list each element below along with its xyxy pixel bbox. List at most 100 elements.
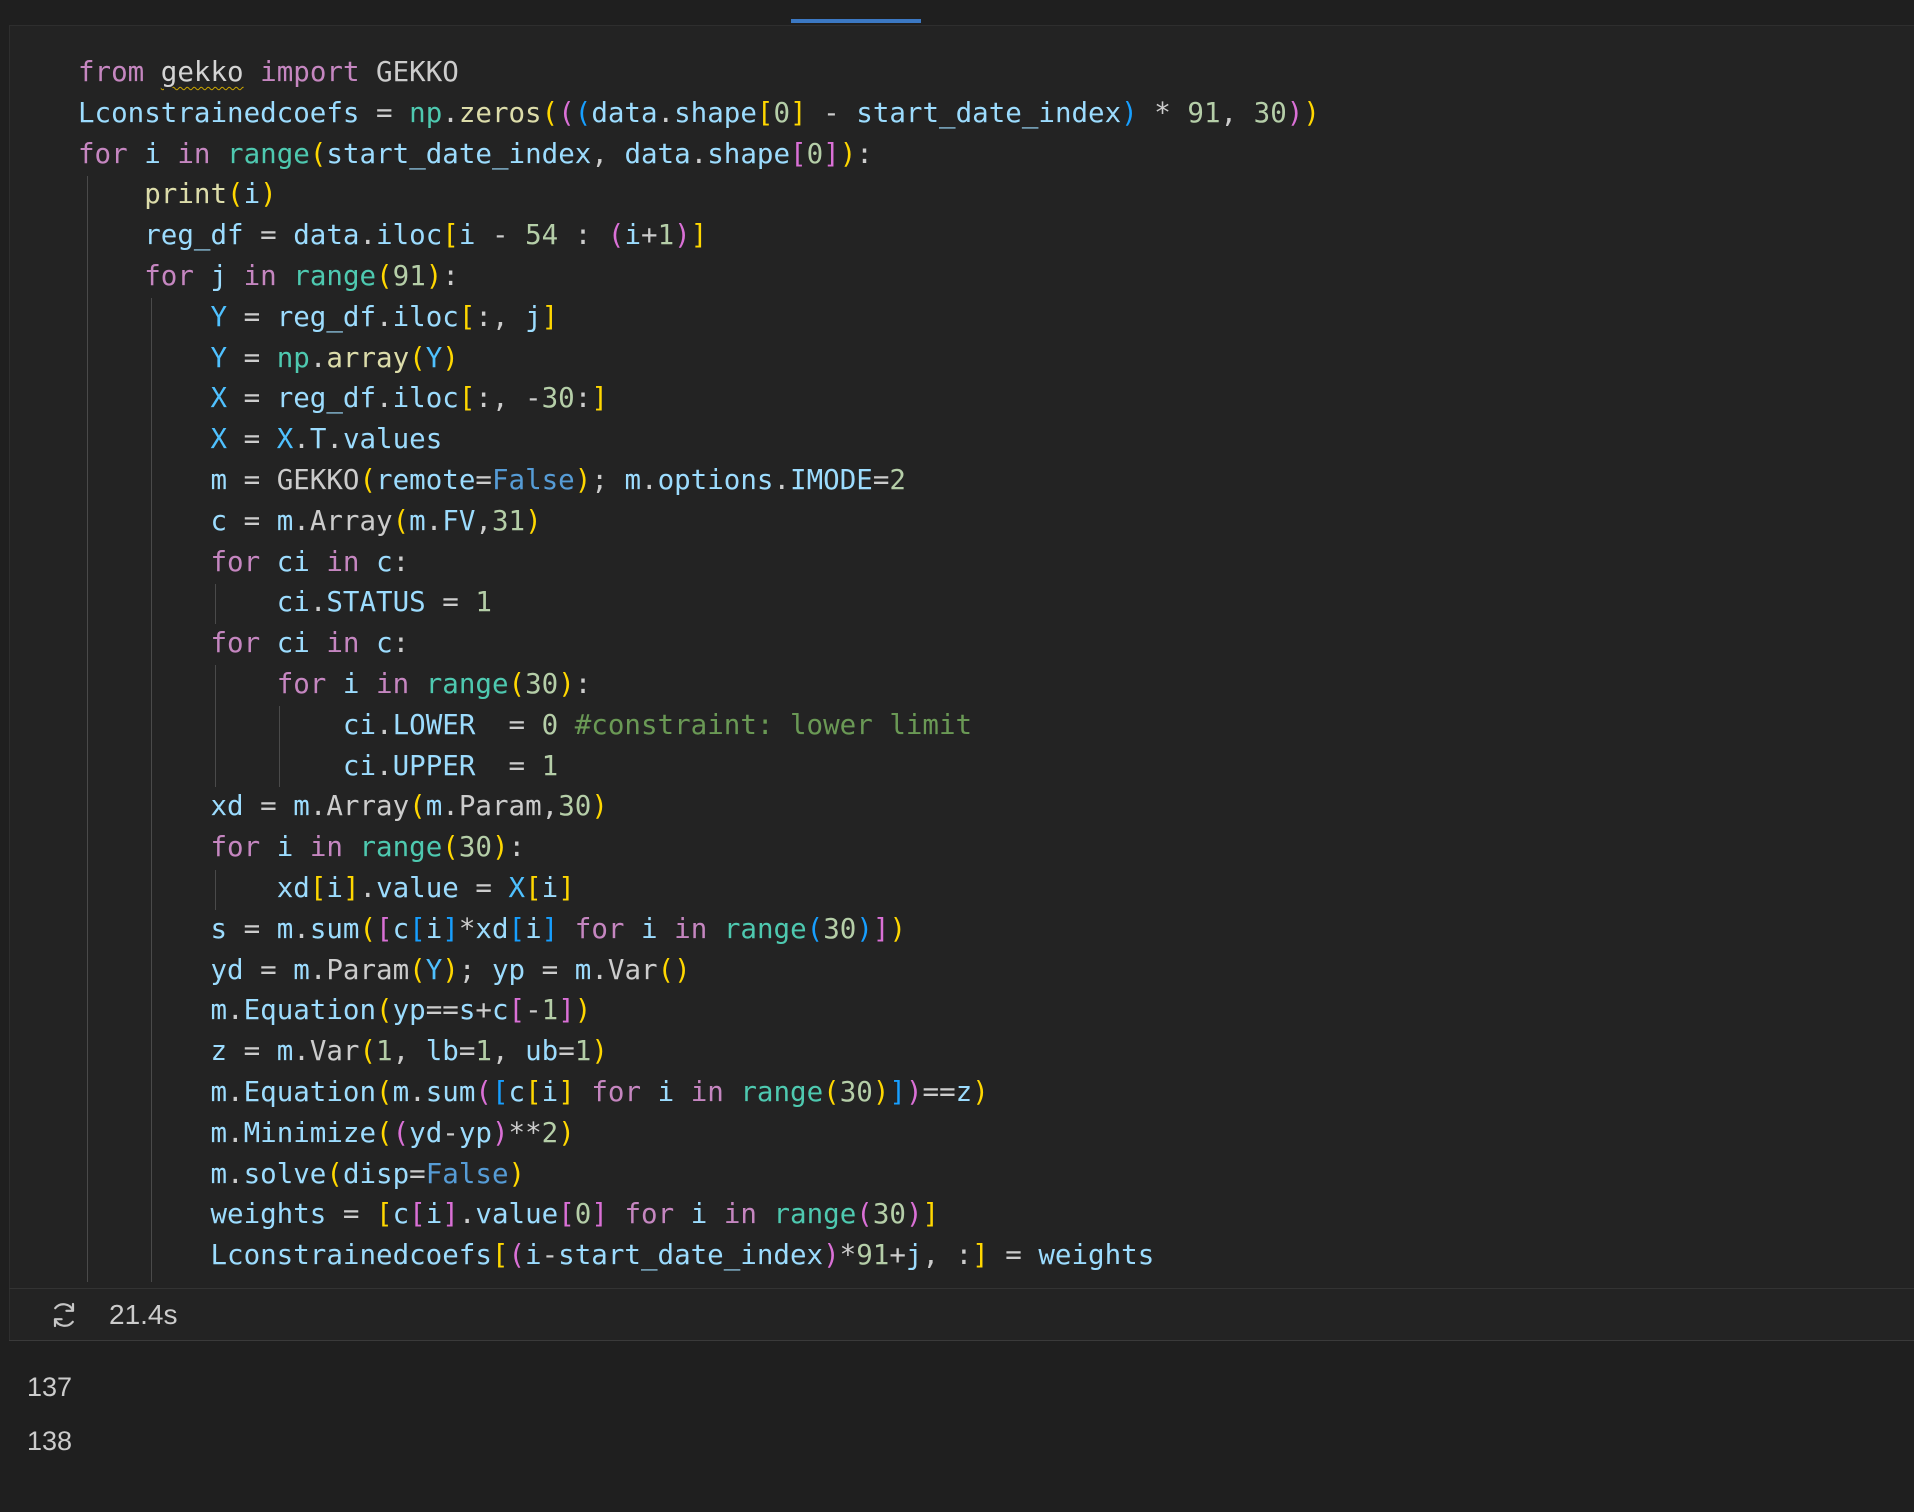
code-line[interactable]: for ci in c: (78, 542, 1320, 583)
code-token: = (227, 463, 277, 496)
code-token: m (293, 953, 310, 986)
code-token: value (475, 1198, 559, 1231)
code-token: ) (260, 178, 277, 211)
code-token: ( (574, 96, 592, 129)
code-line[interactable]: Y = reg_df.iloc[:, j] (78, 297, 1320, 338)
code-line[interactable]: xd = m.Array(m.Param,30) (78, 786, 1320, 827)
code-token: i (624, 219, 641, 252)
code-line[interactable]: from gekko import GEKKO (78, 52, 1320, 93)
code-token: i (276, 831, 294, 864)
code-token: X (210, 382, 228, 415)
code-line[interactable]: yd = m.Param(Y); yp = m.Var() (78, 950, 1320, 991)
code-token: ( (376, 1116, 393, 1149)
code-line[interactable]: weights = [c[i].value[0] for i in range(… (78, 1194, 1320, 1235)
code-line[interactable]: ci.UPPER = 1 (78, 746, 1320, 787)
code-token: m (276, 1035, 294, 1068)
code-line[interactable]: m.solve(disp=False) (78, 1154, 1320, 1195)
code-line[interactable]: reg_df = data.iloc[i - 54 : (i+1)] (78, 215, 1320, 256)
code-line[interactable]: Lconstrainedcoefs[(i-start_date_index)*9… (78, 1235, 1320, 1276)
code-line[interactable]: for ci in c: (78, 623, 1320, 664)
code-token: : (574, 667, 592, 700)
code-line[interactable]: ci.LOWER = 0 #constraint: lower limit (78, 705, 1320, 746)
code-token: data (624, 137, 691, 170)
code-token: c (508, 1075, 526, 1108)
code-line[interactable]: xd[i].value = X[i] (78, 868, 1320, 909)
code-token: ) (905, 1075, 923, 1108)
code-token: sum (425, 1075, 476, 1108)
code-token: ( (326, 1157, 343, 1190)
code-line[interactable]: m.Equation(m.sum([c[i] for i in range(30… (78, 1072, 1320, 1113)
code-token: 1 (475, 1035, 492, 1068)
code-token: in (723, 1198, 757, 1231)
code-token: ] (972, 1239, 989, 1272)
code-line[interactable]: s = m.sum([c[i]*xd[i] for i in range(30)… (78, 909, 1320, 950)
code-token: i (425, 1198, 443, 1231)
code-token: i (458, 219, 476, 252)
code-token: = (409, 1157, 426, 1190)
code-line[interactable]: m.Equation(yp==s+c[-1]) (78, 990, 1320, 1031)
code-token: yd (409, 1116, 443, 1149)
code-token: ; (591, 463, 625, 496)
code-line[interactable]: m = GEKKO(remote=False); m.options.IMODE… (78, 460, 1320, 501)
code-line[interactable]: X = reg_df.iloc[:, -30:] (78, 378, 1320, 419)
code-token: , : (922, 1239, 973, 1272)
code-token: ( (607, 219, 625, 252)
code-line[interactable]: ci.STATUS = 1 (78, 582, 1320, 623)
refresh-icon[interactable] (48, 1299, 80, 1331)
code-line[interactable]: c = m.Array(m.FV,31) (78, 501, 1320, 542)
code-line[interactable]: z = m.Var(1, lb=1, ub=1) (78, 1031, 1320, 1072)
code-token: ] (823, 137, 840, 170)
code-line[interactable]: m.Minimize((yd-yp)**2) (78, 1113, 1320, 1154)
code-line[interactable]: Lconstrainedcoefs = np.zeros(((data.shap… (78, 93, 1320, 134)
code-token: - (541, 1239, 559, 1272)
code-token: = (475, 708, 542, 741)
code-token: ) (425, 259, 443, 292)
code-token: ( (359, 1035, 377, 1068)
code-editor[interactable]: from gekko import GEKKO Lconstrainedcoefs… (78, 52, 1320, 1276)
code-token: m (210, 1075, 228, 1108)
code-token: Array (309, 504, 393, 537)
code-token: m (210, 1157, 228, 1190)
code-token: iloc (376, 219, 443, 252)
code-line[interactable]: for j in range(91): (78, 256, 1320, 297)
code-token: i (326, 871, 343, 904)
code-token: = (558, 1035, 575, 1068)
code-token: in (674, 912, 708, 945)
code-token: ( (508, 1239, 526, 1272)
code-line[interactable]: Y = np.array(Y) (78, 338, 1320, 379)
code-token: : (392, 545, 410, 578)
code-token: == (425, 994, 459, 1027)
code-token: 30 (839, 1075, 873, 1108)
code-token: 91 (1187, 96, 1221, 129)
code-line[interactable]: for i in range(start_date_index, data.sh… (78, 134, 1320, 175)
code-token: Equation (243, 994, 377, 1027)
code-token: : (442, 259, 459, 292)
code-token: 30 (558, 790, 592, 823)
code-token: ) (558, 1116, 575, 1149)
code-token: ( (657, 953, 675, 986)
code-line[interactable]: for i in range(30): (78, 664, 1320, 705)
code-token: : (574, 382, 592, 415)
code-token: in (376, 667, 410, 700)
code-token: ( (541, 96, 559, 129)
code-token: lb (425, 1035, 459, 1068)
code-line[interactable]: X = X.T.values (78, 419, 1320, 460)
code-token: m (210, 1116, 228, 1149)
code-token: c (491, 994, 509, 1027)
code-line[interactable]: for i in range(30): (78, 827, 1320, 868)
code-token: start_date_index (326, 137, 592, 170)
code-token: ) (674, 953, 691, 986)
code-line[interactable]: print(i) (78, 174, 1320, 215)
code-token: = (227, 382, 277, 415)
